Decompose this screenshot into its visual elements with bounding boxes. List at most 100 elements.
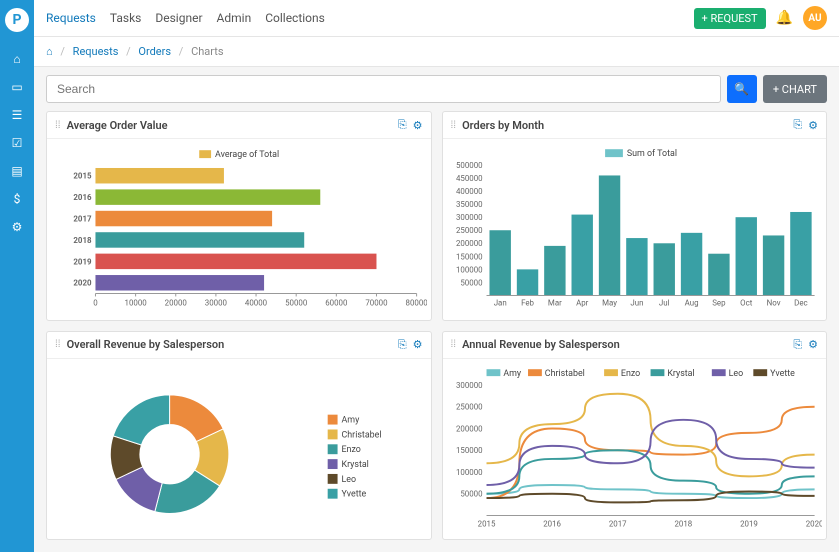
breadcrumb: ⌂ / Requests / Orders / Charts: [34, 37, 839, 67]
svg-text:50000: 50000: [460, 489, 482, 498]
sidebar-home-icon[interactable]: ⌂: [13, 52, 20, 66]
svg-text:Amy: Amy: [342, 415, 361, 425]
svg-text:30000: 30000: [205, 298, 227, 307]
nav-tasks[interactable]: Tasks: [110, 11, 142, 25]
svg-text:2019: 2019: [73, 257, 92, 266]
svg-text:Oct: Oct: [740, 298, 753, 307]
card-overall-revenue: ⁞⁞ Overall Revenue by Salesperson ⎘ ⚙ Am…: [46, 331, 432, 541]
svg-text:2020: 2020: [73, 279, 92, 288]
nav-designer[interactable]: Designer: [155, 11, 202, 25]
breadcrumb-orders[interactable]: Orders: [138, 45, 171, 58]
card-title: Orders by Month: [462, 119, 544, 132]
svg-text:Yvette: Yvette: [342, 489, 367, 499]
svg-text:70000: 70000: [365, 298, 387, 307]
card-annual-revenue: ⁞⁞ Annual Revenue by Salesperson ⎘ ⚙ Amy…: [442, 331, 828, 541]
bell-icon[interactable]: 🔔: [776, 10, 793, 26]
breadcrumb-home-icon[interactable]: ⌂: [46, 45, 53, 58]
sidebar-money-icon[interactable]: $: [14, 192, 21, 206]
grip-icon[interactable]: ⁞⁞: [451, 120, 457, 131]
svg-text:10000: 10000: [125, 298, 147, 307]
svg-text:0: 0: [93, 298, 97, 307]
svg-text:Sep: Sep: [712, 298, 726, 307]
sidebar-card-icon[interactable]: ▭: [11, 80, 22, 94]
svg-text:Apr: Apr: [576, 298, 589, 307]
svg-text:Jan: Jan: [493, 298, 506, 307]
nav-collections[interactable]: Collections: [265, 11, 325, 25]
svg-text:Leo: Leo: [342, 474, 357, 484]
gear-icon[interactable]: ⚙: [808, 119, 818, 132]
search-input[interactable]: [46, 75, 721, 103]
breadcrumb-requests[interactable]: Requests: [73, 45, 119, 58]
svg-text:2019: 2019: [740, 519, 758, 528]
svg-text:100000: 100000: [455, 265, 482, 274]
copy-icon[interactable]: ⎘: [793, 118, 802, 132]
svg-text:Average of Total: Average of Total: [215, 150, 279, 160]
nav-admin[interactable]: Admin: [217, 11, 252, 25]
svg-text:2016: 2016: [543, 519, 561, 528]
svg-text:Enzo: Enzo: [620, 369, 639, 379]
sidebar-check-icon[interactable]: ☑: [12, 136, 23, 150]
copy-icon[interactable]: ⎘: [398, 338, 407, 352]
nav-requests[interactable]: Requests: [46, 11, 96, 25]
add-chart-button[interactable]: + CHART: [763, 75, 827, 103]
svg-text:2018: 2018: [73, 236, 92, 245]
svg-text:2016: 2016: [73, 193, 92, 202]
sidebar-file-icon[interactable]: ▤: [11, 164, 22, 178]
grip-icon[interactable]: ⁞⁞: [451, 339, 457, 350]
svg-text:Amy: Amy: [503, 369, 522, 379]
sidebar-list-icon[interactable]: ☰: [12, 108, 23, 122]
grip-icon[interactable]: ⁞⁞: [55, 339, 61, 350]
svg-text:Feb: Feb: [521, 298, 534, 307]
request-button[interactable]: + REQUEST: [694, 8, 766, 29]
search-button[interactable]: 🔍: [727, 75, 757, 103]
card-title: Overall Revenue by Salesperson: [67, 338, 225, 351]
avatar[interactable]: AU: [803, 6, 827, 30]
svg-text:200000: 200000: [455, 239, 482, 248]
svg-text:Nov: Nov: [766, 298, 780, 307]
svg-text:200000: 200000: [455, 424, 482, 433]
svg-text:50000: 50000: [285, 298, 307, 307]
svg-text:300000: 300000: [455, 213, 482, 222]
svg-text:80000: 80000: [406, 298, 427, 307]
search-icon: 🔍: [734, 82, 749, 96]
svg-text:2017: 2017: [73, 215, 92, 224]
svg-text:2015: 2015: [477, 519, 495, 528]
card-title: Annual Revenue by Salesperson: [462, 338, 620, 351]
gear-icon[interactable]: ⚙: [808, 338, 818, 351]
svg-text:Jul: Jul: [658, 298, 669, 307]
sidebar-gear-icon[interactable]: ⚙: [12, 220, 23, 234]
logo[interactable]: P: [5, 8, 29, 32]
svg-text:40000: 40000: [245, 298, 267, 307]
svg-text:250000: 250000: [455, 226, 482, 235]
grip-icon[interactable]: ⁞⁞: [55, 120, 61, 131]
svg-text:50000: 50000: [460, 278, 482, 287]
copy-icon[interactable]: ⎘: [793, 338, 802, 352]
svg-text:100000: 100000: [455, 467, 482, 476]
svg-text:Christabel: Christabel: [544, 369, 584, 379]
svg-text:May: May: [602, 298, 617, 307]
svg-text:150000: 150000: [455, 446, 482, 455]
svg-text:2015: 2015: [73, 172, 92, 181]
svg-text:60000: 60000: [325, 298, 347, 307]
card-title: Average Order Value: [67, 119, 168, 132]
svg-text:2020: 2020: [805, 519, 822, 528]
svg-text:Mar: Mar: [547, 298, 561, 307]
breadcrumb-current: Charts: [191, 45, 223, 58]
nav-links: Requests Tasks Designer Admin Collection…: [46, 11, 325, 25]
svg-text:Enzo: Enzo: [342, 445, 361, 455]
svg-text:Krystal: Krystal: [342, 460, 369, 470]
svg-text:150000: 150000: [455, 252, 482, 261]
gear-icon[interactable]: ⚙: [413, 119, 423, 132]
svg-text:Christabel: Christabel: [342, 430, 382, 440]
card-orders-month: ⁞⁞ Orders by Month ⎘ ⚙ Sum of Total 50000…: [442, 111, 828, 321]
svg-text:Krystal: Krystal: [667, 369, 694, 379]
svg-text:350000: 350000: [455, 200, 482, 209]
svg-text:20000: 20000: [165, 298, 187, 307]
gear-icon[interactable]: ⚙: [413, 338, 423, 351]
svg-text:2018: 2018: [674, 519, 692, 528]
copy-icon[interactable]: ⎘: [398, 118, 407, 132]
svg-text:300000: 300000: [455, 380, 482, 389]
top-nav: Requests Tasks Designer Admin Collection…: [34, 0, 839, 37]
svg-text:Sum of Total: Sum of Total: [626, 149, 676, 159]
svg-text:Yvette: Yvette: [770, 369, 795, 379]
